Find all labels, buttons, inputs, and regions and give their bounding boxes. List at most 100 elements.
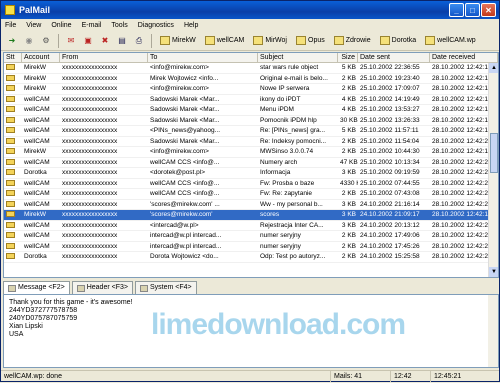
status-cell: [4, 210, 22, 220]
table-row[interactable]: Dorotka xxxxxxxxxxxxxxxxx Dorota Wojtowicz…: [4, 252, 498, 263]
toolbar-separator: [151, 33, 152, 48]
table-row[interactable]: wellCAM xxxxxxxxxxxxxxxxx <PINs_news@yahoo…: [4, 126, 498, 137]
table-row[interactable]: wellCAM xxxxxxxxxxxxxxxxx wellCAM CCS <inf…: [4, 158, 498, 168]
table-row[interactable]: wellCAM xxxxxxxxxxxxxxxxx Sadowski Marek <…: [4, 137, 498, 147]
table-row[interactable]: Dorotka xxxxxxxxxxxxxxxxx <dorotek@post.pl…: [4, 168, 498, 179]
account-button-mirwoj[interactable]: MirWoj: [250, 33, 290, 49]
close-button[interactable]: ✕: [481, 3, 496, 17]
account-cell: MirekW: [24, 148, 47, 155]
delete-icon[interactable]: ✖: [98, 34, 112, 48]
account-cell: MirekW: [24, 85, 47, 92]
column-header-status[interactable]: Stt: [4, 53, 22, 62]
stop-icon[interactable]: ◉: [22, 34, 36, 48]
to-cell: <dorotek@post.pl>: [150, 169, 206, 176]
menu-view[interactable]: View: [26, 22, 41, 29]
envelope-icon: [6, 221, 15, 228]
account-cell: Dorotka: [24, 253, 47, 260]
table-row[interactable]: wellCAM xxxxxxxxxxxxxxxxx intercad@w.pl in…: [4, 231, 498, 242]
scroll-thumb[interactable]: [490, 133, 498, 173]
account-button-dorotka[interactable]: Dorotka: [377, 33, 420, 49]
table-row[interactable]: wellCAM xxxxxxxxxxxxxxxxx intercad@w.pl in…: [4, 242, 498, 252]
status-cell: [4, 221, 22, 231]
account-cell: wellCAM: [24, 232, 50, 239]
column-header-subject[interactable]: Subject: [258, 53, 338, 62]
address-book-icon[interactable]: ▣: [81, 34, 95, 48]
account-cell: wellCAM: [24, 116, 50, 124]
table-row[interactable]: wellCAM xxxxxxxxxxxxxxxxx wellCAM CCS <inf…: [4, 179, 498, 189]
column-header-size[interactable]: Size: [338, 53, 358, 62]
table-row[interactable]: wellCAM xxxxxxxxxxxxxxxxx 'scores@mirekw.c…: [4, 200, 498, 210]
table-row[interactable]: MirekW xxxxxxxxxxxxxxxxx 'scores@mirekw.co…: [4, 210, 498, 221]
to-cell: 'scores@mirekw.com': [150, 211, 213, 218]
to-cell: wellCAM CCS <info@...: [150, 179, 220, 187]
menu-help[interactable]: Help: [184, 22, 198, 29]
minimize-button[interactable]: _: [449, 3, 464, 17]
from-cell: xxxxxxxxxxxxxxxxx: [62, 95, 118, 103]
date-sent-cell: 25.10.2002 07:43:08: [360, 190, 420, 197]
table-row[interactable]: MirekW xxxxxxxxxxxxxxxxx <info@mirekw.com>…: [4, 84, 498, 95]
scroll-down-icon[interactable]: ▼: [489, 267, 498, 277]
column-header-date-received[interactable]: Date received: [430, 53, 498, 62]
preview-scrollbar[interactable]: [488, 295, 498, 367]
table-row[interactable]: wellCAM xxxxxxxxxxxxxxxxx Sadowski Marek <…: [4, 95, 498, 105]
subject-cell: numer seryjny: [260, 232, 301, 239]
table-row[interactable]: wellCAM xxxxxxxxxxxxxxxxx Sadowski Marek <…: [4, 105, 498, 116]
tab-system[interactable]: System <F4>: [134, 281, 197, 294]
from-cell: xxxxxxxxxxxxxxxxx: [62, 64, 118, 71]
subject-cell: numer seryjny: [260, 242, 301, 250]
maximize-button[interactable]: □: [465, 3, 480, 17]
size-cell: 3 KB: [341, 221, 356, 229]
tab-message[interactable]: Message <F2>: [3, 281, 70, 294]
size-cell: 3 KB: [341, 200, 356, 208]
column-header-to[interactable]: To: [148, 53, 258, 62]
filter-icon[interactable]: ▤: [115, 34, 129, 48]
from-cell: xxxxxxxxxxxxxxxxx: [62, 221, 118, 229]
to-cell: <intercad@w.pl>: [150, 221, 199, 229]
account-cell: wellCAM: [24, 137, 50, 145]
column-header-date-sent[interactable]: Date sent: [358, 53, 430, 62]
account-button-zdrowie[interactable]: Zdrowie: [331, 33, 374, 49]
account-button-mirekw[interactable]: MirekW: [157, 33, 199, 49]
date-sent-cell: 25.10.2002 13:53:27: [360, 106, 420, 113]
scroll-up-icon[interactable]: ▲: [489, 63, 498, 73]
account-cell: wellCAM: [24, 179, 50, 187]
menu-online[interactable]: Online: [51, 22, 71, 29]
to-cell: Sadowski Marek <Mar...: [150, 116, 220, 124]
table-row[interactable]: wellCAM xxxxxxxxxxxxxxxxx <intercad@w.pl> R…: [4, 221, 498, 231]
date-sent-cell: 24.10.2002 15:25:58: [360, 253, 420, 260]
message-rows: MirekW xxxxxxxxxxxxxxxxx <info@mirekw.com>…: [4, 63, 498, 263]
date-sent-cell: 25.10.2002 19:23:40: [360, 74, 420, 82]
tab-header[interactable]: Header <F3>: [71, 281, 133, 294]
vertical-scrollbar[interactable]: ▲ ▼: [488, 63, 498, 277]
from-cell: xxxxxxxxxxxxxxxxx: [62, 137, 118, 145]
status-cell: [4, 105, 22, 115]
envelope-icon: [6, 232, 15, 239]
table-row[interactable]: MirekW xxxxxxxxxxxxxxxxx <info@mirekw.com>…: [4, 147, 498, 158]
menu-email[interactable]: E-mail: [82, 22, 102, 29]
column-header-account[interactable]: Account: [22, 53, 60, 62]
envelope-icon: [6, 200, 15, 207]
to-cell: Sadowski Marek <Mar...: [150, 137, 220, 145]
table-row[interactable]: MirekW xxxxxxxxxxxxxxxxx <info@mirekw.com>…: [4, 63, 498, 74]
menu-diagnostics[interactable]: Diagnostics: [138, 22, 174, 29]
status-cell: [4, 231, 22, 241]
new-mail-icon[interactable]: ✉: [64, 34, 78, 48]
send-receive-icon[interactable]: ➜: [5, 34, 19, 48]
menu-tools[interactable]: Tools: [111, 22, 127, 29]
account-button-wellcam[interactable]: wellCAM: [202, 33, 248, 49]
date-sent-cell: 24.10.2002 21:16:14: [360, 200, 420, 208]
table-row[interactable]: wellCAM xxxxxxxxxxxxxxxxx wellCAM CCS <inf…: [4, 189, 498, 200]
settings-icon[interactable]: ⚙: [39, 34, 53, 48]
account-cell: MirekW: [24, 74, 47, 82]
account-button-opus[interactable]: Opus: [293, 33, 328, 49]
print-icon[interactable]: ⎙: [132, 34, 146, 48]
account-button-wellcam-wp[interactable]: wellCAM.wp: [422, 33, 479, 49]
account-cell: wellCAM: [24, 95, 50, 103]
subject-cell: Odp: Test po autoryz...: [260, 253, 326, 260]
envelope-icon: [6, 85, 15, 92]
menu-file[interactable]: File: [5, 22, 16, 29]
table-row[interactable]: MirekW xxxxxxxxxxxxxxxxx Mirek Wojtowicz <…: [4, 74, 498, 84]
date-sent-cell: 25.10.2002 11:57:11: [360, 127, 419, 134]
column-header-from[interactable]: From: [60, 53, 148, 62]
table-row[interactable]: wellCAM xxxxxxxxxxxxxxxxx Sadowski Marek <…: [4, 116, 498, 126]
